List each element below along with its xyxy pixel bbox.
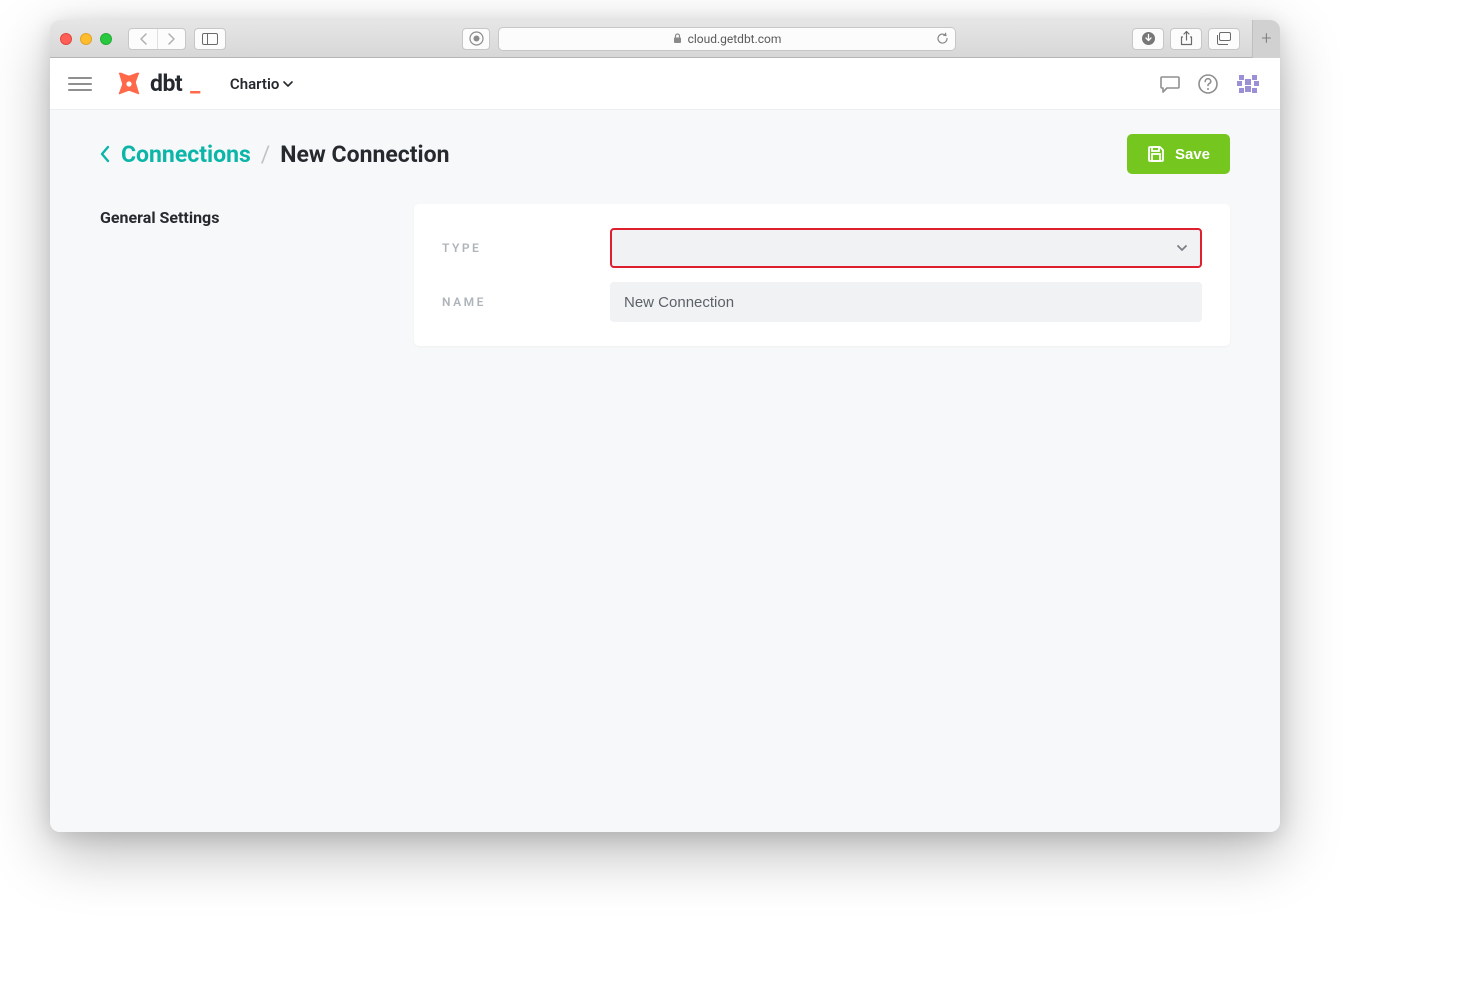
lock-icon (673, 33, 682, 44)
downloads-button[interactable] (1132, 28, 1164, 50)
save-button[interactable]: Save (1127, 134, 1230, 174)
forward-button[interactable] (157, 29, 185, 49)
toolbar-right (1132, 28, 1240, 50)
safari-toolbar: cloud.getdbt.com + (50, 20, 1280, 58)
breadcrumb-separator: / (261, 141, 271, 168)
type-row: TYPE (442, 228, 1202, 268)
org-name: Chartio (230, 75, 279, 93)
logo-cursor: _ (190, 70, 200, 97)
user-avatar[interactable] (1234, 70, 1262, 98)
maximize-window-button[interactable] (100, 33, 112, 45)
name-input[interactable] (610, 282, 1202, 322)
tabs-button[interactable] (1208, 28, 1240, 50)
new-tab-button[interactable]: + (1252, 20, 1280, 58)
nav-back-forward (128, 28, 186, 50)
dbt-logo-icon (116, 71, 142, 97)
name-label: NAME (442, 295, 610, 309)
minimize-window-button[interactable] (80, 33, 92, 45)
breadcrumb-connections-link[interactable]: Connections (121, 141, 251, 168)
sidebar-toggle-button[interactable] (194, 28, 226, 50)
chevron-down-icon (283, 81, 293, 87)
refresh-icon[interactable] (936, 32, 949, 45)
share-button[interactable] (1170, 28, 1202, 50)
content-row: General Settings TYPE NAME (100, 204, 1230, 346)
page-body: Connections / New Connection Save Genera… (50, 110, 1280, 832)
breadcrumb-back-icon[interactable] (100, 145, 111, 163)
save-icon (1147, 145, 1165, 163)
type-select[interactable] (610, 228, 1202, 268)
app-header: dbt _ Chartio (50, 58, 1280, 110)
chevron-down-icon (1176, 244, 1188, 252)
settings-card: TYPE NAME (414, 204, 1230, 346)
browser-window: cloud.getdbt.com + (50, 20, 1280, 832)
back-button[interactable] (129, 29, 157, 49)
logo-text: dbt (150, 70, 182, 97)
reader-privacy-button[interactable] (462, 28, 490, 50)
org-selector[interactable]: Chartio (230, 75, 293, 93)
menu-button[interactable] (68, 72, 92, 96)
close-window-button[interactable] (60, 33, 72, 45)
type-label: TYPE (442, 241, 610, 255)
page-header-row: Connections / New Connection Save (100, 134, 1230, 174)
window-controls (60, 33, 112, 45)
breadcrumb: Connections / New Connection (100, 141, 450, 168)
url-text: cloud.getdbt.com (688, 32, 782, 46)
help-button[interactable] (1196, 72, 1220, 96)
section-title: General Settings (100, 204, 380, 346)
save-button-label: Save (1175, 146, 1210, 163)
chat-button[interactable] (1158, 72, 1182, 96)
name-row: NAME (442, 282, 1202, 322)
url-bar[interactable]: cloud.getdbt.com (498, 27, 956, 51)
logo[interactable]: dbt _ (116, 70, 200, 97)
page-title: New Connection (280, 141, 449, 168)
